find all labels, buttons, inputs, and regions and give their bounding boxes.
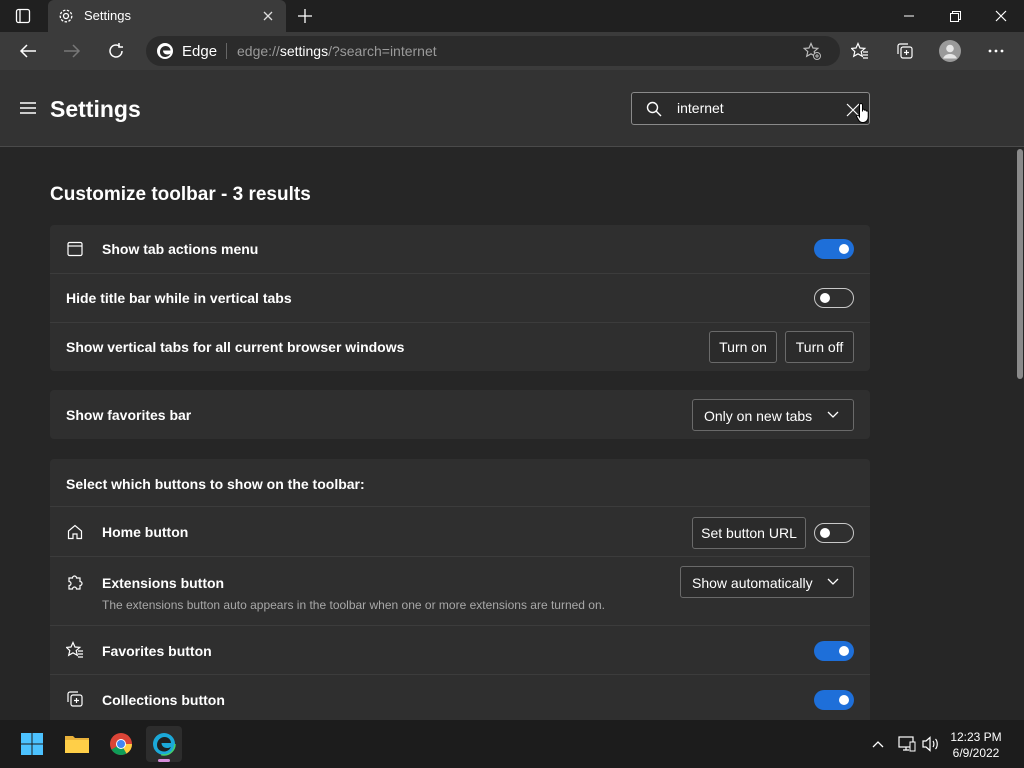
url-text[interactable]: edge://settings/?search=internet: [237, 43, 437, 59]
setting-description: The extensions button auto appears in th…: [102, 598, 605, 612]
section-subheading: Select which buttons to show on the tool…: [66, 476, 365, 492]
tab-actions-toggle[interactable]: [814, 239, 854, 259]
address-bar[interactable]: Edge edge://settings/?search=internet: [146, 36, 840, 66]
windows-start-icon[interactable]: [14, 726, 50, 762]
forward-icon[interactable]: [60, 40, 84, 62]
setting-label: Show tab actions menu: [102, 241, 259, 257]
more-menu-icon[interactable]: [984, 40, 1008, 62]
favorites-icon[interactable]: [848, 40, 872, 62]
taskbar-clock-date[interactable]: 6/9/2022: [946, 746, 1006, 760]
volume-icon[interactable]: [920, 734, 942, 754]
hide-title-bar-toggle[interactable]: [814, 288, 854, 308]
tabs-settings-card: Show tab actions menu Hide title bar whi…: [50, 225, 870, 371]
new-tab-icon[interactable]: [294, 6, 316, 26]
home-button-toggle[interactable]: [814, 523, 854, 543]
edge-logo-icon: [156, 42, 174, 60]
setting-label: Extensions button: [102, 575, 225, 591]
browser-tab-settings[interactable]: Settings: [48, 0, 286, 32]
setting-label: Show favorites bar: [66, 407, 192, 423]
setting-row-home-button: Home button Set button URL: [50, 507, 870, 557]
edge-taskbar-icon[interactable]: [146, 726, 182, 762]
toolbar-buttons-heading-row: Select which buttons to show on the tool…: [50, 459, 870, 507]
setting-label: Home button: [102, 524, 189, 540]
favorites-button-toggle[interactable]: [814, 641, 854, 661]
chevron-down-icon: [827, 578, 839, 585]
page-title: Settings: [50, 96, 141, 122]
toolbar-buttons-card: Select which buttons to show on the tool…: [50, 459, 870, 720]
turn-off-button[interactable]: Turn off: [785, 331, 854, 363]
setting-label: Show vertical tabs for all current brows…: [66, 339, 405, 355]
hamburger-menu-icon[interactable]: [18, 98, 38, 118]
search-value[interactable]: internet: [677, 100, 724, 116]
collections-icon[interactable]: [893, 40, 917, 62]
network-icon[interactable]: [896, 734, 918, 754]
setting-label: Hide title bar while in vertical tabs: [66, 290, 292, 306]
puzzle-icon: [66, 573, 84, 591]
dropdown-value: Only on new tabs: [704, 408, 813, 424]
setting-row-favorites-button: Favorites button: [50, 626, 870, 675]
collections-button-toggle[interactable]: [814, 690, 854, 710]
setting-label: Favorites button: [102, 643, 212, 659]
profile-avatar-icon[interactable]: [938, 39, 962, 63]
close-window-icon[interactable]: [990, 6, 1012, 26]
setting-row-vertical-tabs: Show vertical tabs for all current brows…: [50, 323, 870, 371]
favorites-star-icon: [66, 641, 84, 659]
address-separator: [226, 43, 227, 59]
chevron-down-icon: [827, 411, 839, 418]
file-explorer-icon[interactable]: [59, 726, 95, 762]
scrollbar-thumb[interactable]: [1017, 149, 1023, 379]
collections-icon: [66, 690, 84, 708]
refresh-icon[interactable]: [104, 40, 128, 62]
setting-row-collections-button: Collections button: [50, 675, 870, 720]
gear-icon: [58, 8, 74, 24]
section-title: Customize toolbar - 3 results: [50, 184, 311, 205]
mouse-cursor-icon: [856, 101, 872, 125]
tab-actions-icon: [66, 240, 84, 258]
dropdown-value: Show automatically: [692, 575, 813, 591]
active-app-indicator: [158, 759, 170, 762]
extensions-button-dropdown[interactable]: Show automatically: [680, 566, 854, 598]
home-icon: [66, 523, 84, 541]
set-button-url-button[interactable]: Set button URL: [692, 517, 806, 549]
taskbar-clock-time[interactable]: 12:23 PM: [946, 730, 1006, 744]
settings-search-input[interactable]: internet: [631, 92, 870, 125]
favorites-bar-card: Show favorites bar Only on new tabs: [50, 390, 870, 439]
tab-title: Settings: [84, 8, 131, 23]
add-favorite-icon[interactable]: [802, 42, 822, 60]
title-bar: Settings: [0, 0, 1024, 32]
setting-row-extensions-button: Extensions button The extensions button …: [50, 557, 870, 626]
chrome-icon[interactable]: [103, 726, 139, 762]
chevron-up-icon[interactable]: [868, 734, 888, 754]
minimize-icon[interactable]: [898, 6, 920, 26]
tab-actions-icon[interactable]: [12, 6, 34, 26]
setting-row-tab-actions: Show tab actions menu: [50, 225, 870, 274]
setting-label: Collections button: [102, 692, 225, 708]
turn-on-button[interactable]: Turn on: [709, 331, 777, 363]
favorites-bar-dropdown[interactable]: Only on new tabs: [692, 399, 854, 431]
setting-row-hide-title-bar: Hide title bar while in vertical tabs: [50, 274, 870, 323]
search-icon: [645, 100, 663, 118]
close-tab-icon[interactable]: [260, 8, 276, 24]
back-icon[interactable]: [16, 40, 40, 62]
restore-icon[interactable]: [944, 6, 966, 26]
browser-brand: Edge: [182, 43, 218, 60]
